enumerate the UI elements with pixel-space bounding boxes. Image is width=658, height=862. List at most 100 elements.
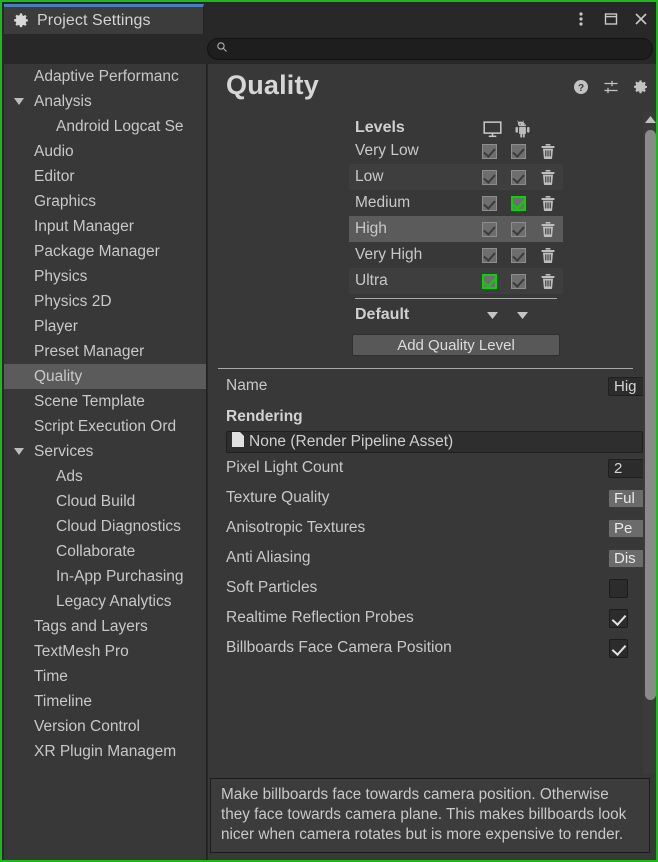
sidebar-item-adaptive-performanc[interactable]: Adaptive Performanc xyxy=(4,64,206,89)
sidebar-item-android-logcat-se[interactable]: Android Logcat Se xyxy=(4,114,206,139)
desktop-icon[interactable] xyxy=(477,121,507,138)
quality-level-row[interactable]: Ultra xyxy=(349,268,563,294)
sidebar-item-quality[interactable]: Quality xyxy=(4,364,206,389)
pixel-light-count-input[interactable]: 2 xyxy=(608,459,643,478)
sidebar-item-analysis[interactable]: Analysis xyxy=(4,89,206,114)
desktop-enabled-cell[interactable] xyxy=(475,248,504,263)
soft-particles-toggle[interactable] xyxy=(609,579,628,598)
sidebar-item-timeline[interactable]: Timeline xyxy=(4,689,206,714)
search-box[interactable] xyxy=(207,38,653,60)
sidebar-item-audio[interactable]: Audio xyxy=(4,139,206,164)
quality-level-row[interactable]: High xyxy=(349,216,563,242)
quality-checkbox[interactable] xyxy=(482,144,497,159)
sidebar-item-version-control[interactable]: Version Control xyxy=(4,714,206,739)
sidebar-item-package-manager[interactable]: Package Manager xyxy=(4,239,206,264)
help-icon[interactable]: ? xyxy=(572,78,590,96)
sidebar-item-tags-and-layers[interactable]: Tags and Layers xyxy=(4,614,206,639)
settings-tree[interactable]: Adaptive Performanc Analysis Android Logca… xyxy=(4,64,207,862)
android-icon[interactable] xyxy=(507,120,537,138)
quality-checkbox[interactable] xyxy=(511,196,526,211)
sidebar-item-collaborate[interactable]: Collaborate xyxy=(4,539,206,564)
property-row: Texture QualityFul xyxy=(208,483,643,513)
tab-project-settings[interactable]: Project Settings xyxy=(4,4,204,34)
default-android-dropdown[interactable] xyxy=(507,312,537,319)
android-enabled-cell[interactable] xyxy=(504,222,533,237)
quality-checkbox[interactable] xyxy=(482,222,497,237)
sidebar-item-label: Analysis xyxy=(28,93,92,111)
add-quality-level-button[interactable]: Add Quality Level xyxy=(352,334,560,356)
sidebar-item-preset-manager[interactable]: Preset Manager xyxy=(4,339,206,364)
render-pipeline-asset-field[interactable]: None (Render Pipeline Asset) xyxy=(226,431,643,453)
trash-icon[interactable] xyxy=(534,222,563,237)
sidebar-item-xr-plugin-managem[interactable]: XR Plugin Managem xyxy=(4,739,206,764)
anisotropic-textures-dropdown[interactable]: Pe xyxy=(608,519,643,538)
desktop-enabled-cell[interactable] xyxy=(475,144,504,159)
android-enabled-cell[interactable] xyxy=(504,144,533,159)
default-label: Default xyxy=(349,306,477,324)
trash-icon[interactable] xyxy=(534,196,563,211)
quality-level-row[interactable]: Medium xyxy=(349,190,563,216)
quality-checkbox[interactable] xyxy=(482,274,497,289)
android-enabled-cell[interactable] xyxy=(504,274,533,289)
vertical-scrollbar[interactable] xyxy=(643,112,658,774)
name-input[interactable]: Hig xyxy=(608,377,643,396)
sidebar-item-label: Android Logcat Se xyxy=(28,118,184,136)
quality-checkbox[interactable] xyxy=(511,274,526,289)
sidebar-item-ads[interactable]: Ads xyxy=(4,464,206,489)
quality-checkbox[interactable] xyxy=(482,248,497,263)
sidebar-item-script-execution-ord[interactable]: Script Execution Ord xyxy=(4,414,206,439)
desktop-enabled-cell[interactable] xyxy=(475,196,504,211)
billboards-face-camera-position-toggle[interactable] xyxy=(609,639,628,658)
preset-icon[interactable] xyxy=(602,78,620,96)
triangle-up-icon[interactable] xyxy=(643,112,658,126)
search-input[interactable] xyxy=(233,41,644,57)
sidebar-item-textmesh-pro[interactable]: TextMesh Pro xyxy=(4,639,206,664)
chevron-down-icon[interactable] xyxy=(10,448,28,455)
quality-checkbox[interactable] xyxy=(511,170,526,185)
gear-icon[interactable] xyxy=(632,78,650,96)
android-enabled-cell[interactable] xyxy=(504,170,533,185)
vertical-scrollbar-thumb[interactable] xyxy=(645,130,656,700)
texture-quality-dropdown[interactable]: Ful xyxy=(608,489,643,508)
search-row xyxy=(4,34,658,64)
quality-checkbox[interactable] xyxy=(511,144,526,159)
quality-level-row[interactable]: Very Low xyxy=(349,138,563,164)
anti-aliasing-dropdown[interactable]: Dis xyxy=(608,549,643,568)
sidebar-item-physics-2d[interactable]: Physics 2D xyxy=(4,289,206,314)
maximize-icon[interactable] xyxy=(598,6,624,32)
chevron-down-icon[interactable] xyxy=(10,98,28,105)
sidebar-item-cloud-diagnostics[interactable]: Cloud Diagnostics xyxy=(4,514,206,539)
sidebar-item-input-manager[interactable]: Input Manager xyxy=(4,214,206,239)
quality-checkbox[interactable] xyxy=(511,222,526,237)
desktop-enabled-cell[interactable] xyxy=(475,274,504,289)
trash-icon[interactable] xyxy=(534,274,563,289)
desktop-enabled-cell[interactable] xyxy=(475,170,504,185)
kebab-menu-icon[interactable] xyxy=(568,6,594,32)
sidebar-item-player[interactable]: Player xyxy=(4,314,206,339)
sidebar-item-legacy-analytics[interactable]: Legacy Analytics xyxy=(4,589,206,614)
quality-checkbox[interactable] xyxy=(482,170,497,185)
sidebar-item-scene-template[interactable]: Scene Template xyxy=(4,389,206,414)
sidebar-item-editor[interactable]: Editor xyxy=(4,164,206,189)
sidebar-item-physics[interactable]: Physics xyxy=(4,264,206,289)
sidebar-item-graphics[interactable]: Graphics xyxy=(4,189,206,214)
close-icon[interactable] xyxy=(628,6,654,32)
default-desktop-dropdown[interactable] xyxy=(477,312,507,319)
trash-icon[interactable] xyxy=(534,170,563,185)
trash-icon[interactable] xyxy=(534,144,563,159)
sidebar-item-label: Audio xyxy=(28,143,74,161)
android-enabled-cell[interactable] xyxy=(504,196,533,211)
sidebar-item-cloud-build[interactable]: Cloud Build xyxy=(4,489,206,514)
sidebar-item-label: Services xyxy=(28,443,93,461)
trash-icon[interactable] xyxy=(534,248,563,263)
sidebar-item-in-app-purchasing[interactable]: In-App Purchasing xyxy=(4,564,206,589)
quality-checkbox[interactable] xyxy=(511,248,526,263)
quality-level-row[interactable]: Very High xyxy=(349,242,563,268)
sidebar-item-services[interactable]: Services xyxy=(4,439,206,464)
android-enabled-cell[interactable] xyxy=(504,248,533,263)
quality-checkbox[interactable] xyxy=(482,196,497,211)
sidebar-item-time[interactable]: Time xyxy=(4,664,206,689)
quality-level-row[interactable]: Low xyxy=(349,164,563,190)
realtime-reflection-probes-toggle[interactable] xyxy=(609,609,628,628)
desktop-enabled-cell[interactable] xyxy=(475,222,504,237)
